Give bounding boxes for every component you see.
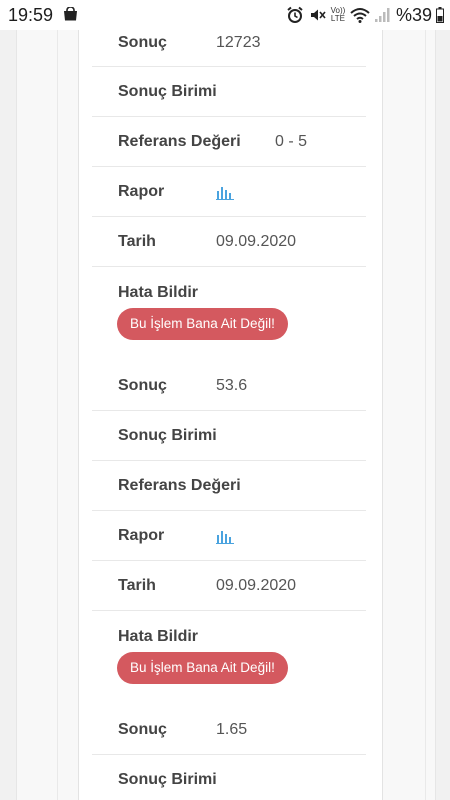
divider [425,30,426,800]
date-row: Tarih 09.09.2020 [92,561,366,611]
report-error-label: Hata Bildir [118,628,199,645]
bar-chart-icon[interactable] [216,529,234,544]
page: Sonuç 12723 Sonuç Birimi Referans Değeri… [0,30,450,800]
result-value: 53.6 [216,377,248,394]
battery-icon [436,7,444,23]
result-unit-label: Sonuç Birimi [118,771,217,788]
not-mine-button[interactable]: Bu İşlem Bana Ait Değil! [117,652,288,684]
reference-row: Referans Değeri [92,461,366,511]
results-card: Sonuç 12723 Sonuç Birimi Referans Değeri… [78,30,383,800]
result-row: Sonuç 12723 [92,30,366,67]
report-error-section: Hata Bildir Bu İşlem Bana Ait Değil! [92,267,366,347]
result-unit-row: Sonuç Birimi [92,67,366,117]
report-label: Rapor [118,183,165,200]
wifi-icon [350,8,370,23]
result-row: Sonuç 1.65 [92,705,366,755]
result-unit-row: Sonuç Birimi [92,411,366,461]
date-row: Tarih 09.09.2020 [92,217,366,267]
shopping-bag-icon [64,7,77,21]
result-row: Sonuç 53.6 [92,361,366,411]
report-error-section: Hata Bildir Bu İşlem Bana Ait Değil! [92,611,366,691]
report-label: Rapor [118,527,165,544]
date-value: 09.09.2020 [216,233,297,250]
result-unit-label: Sonuç Birimi [118,83,217,100]
result-label: Sonuç [118,34,167,51]
status-icons: Vo)) LTE %39 [286,4,444,26]
result-unit-row: Sonuç Birimi [92,755,366,800]
battery-level: %39 [395,4,432,25]
bar-chart-icon[interactable] [216,185,234,200]
mute-icon [310,9,326,21]
reference-label: Referans Değeri [118,477,241,494]
status-time: 19:59 [8,5,54,25]
result-label: Sonuç [118,377,167,394]
report-row: Rapor [92,167,366,217]
divider [57,30,58,800]
result-label: Sonuç [118,721,167,738]
reference-value: 0 - 5 [275,133,308,150]
alarm-icon [287,6,303,23]
result-value: 1.65 [216,721,248,738]
report-row: Rapor [92,511,366,561]
volte-icon: Vo)) LTE [330,6,346,23]
date-label: Tarih [118,577,156,594]
status-bar: 19:59 Vo)) LTE %39 [0,0,450,30]
result-unit-label: Sonuç Birimi [118,427,217,444]
report-error-label: Hata Bildir [118,284,199,301]
date-value: 09.09.2020 [216,577,297,594]
not-mine-button[interactable]: Bu İşlem Bana Ait Değil! [117,308,288,340]
signal-icon [374,8,390,22]
reference-label: Referans Değeri [118,133,241,150]
reference-row: Referans Değeri 0 - 5 [92,117,366,167]
date-label: Tarih [118,233,156,250]
result-value: 12723 [216,34,261,51]
